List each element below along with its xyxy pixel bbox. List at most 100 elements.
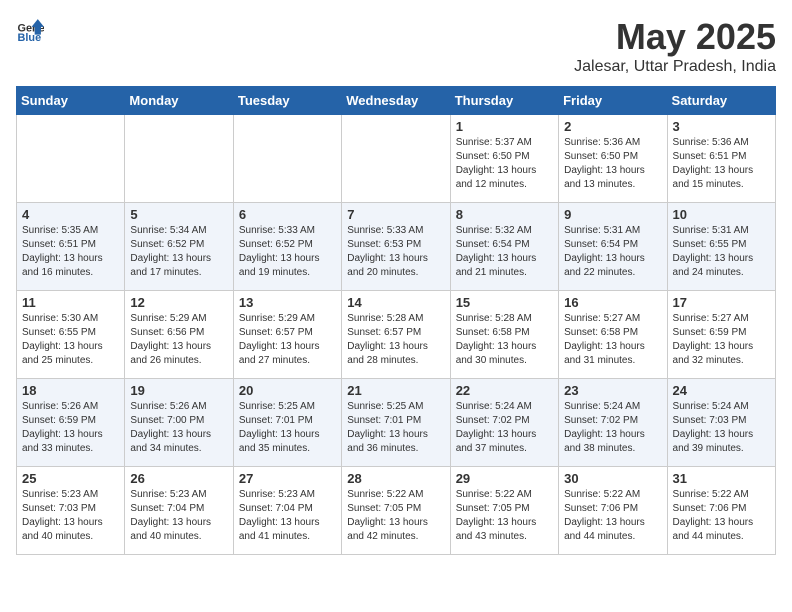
table-cell: 11Sunrise: 5:30 AM Sunset: 6:55 PM Dayli… [17,291,125,379]
day-info: Sunrise: 5:28 AM Sunset: 6:57 PM Dayligh… [347,312,444,368]
day-number: 1 [456,119,553,134]
day-info: Sunrise: 5:25 AM Sunset: 7:01 PM Dayligh… [239,400,336,456]
table-cell: 5 Sunrise: 5:34 AM Sunset: 6:52 PM Daylig… [125,203,233,291]
day-info: Sunrise: 5:36 AM Sunset: 6:50 PM Dayligh… [564,136,661,192]
day-number: 19 [130,383,227,398]
day-number: 29 [456,471,553,486]
day-number: 9 [564,207,661,222]
table-cell: 28 Sunrise: 5:22 AM Sunset: 7:05 PM Dayli… [342,467,450,555]
day-number: 4 [22,207,119,222]
table-cell: 4 Sunrise: 5:35 AM Sunset: 6:51 PM Daylig… [17,203,125,291]
day-number: 22 [456,383,553,398]
table-cell: 22 Sunrise: 5:24 AM Sunset: 7:02 PM Dayli… [450,379,558,467]
header: General Blue May 2025 Jalesar, Uttar Pra… [16,16,776,76]
day-info: Sunrise: 5:33 AM Sunset: 6:53 PM Dayligh… [347,224,444,280]
table-cell [17,115,125,203]
day-info: Sunrise: 5:24 AM Sunset: 7:03 PM Dayligh… [673,400,770,456]
header-thursday: Thursday [450,87,558,115]
day-info: Sunrise: 5:35 AM Sunset: 6:51 PM Dayligh… [22,224,119,280]
table-cell: 8Sunrise: 5:32 AM Sunset: 6:54 PM Daylig… [450,203,558,291]
day-info: Sunrise: 5:29 AM Sunset: 6:57 PM Dayligh… [239,312,336,368]
day-number: 7 [347,207,444,222]
table-cell: 2 Sunrise: 5:36 AM Sunset: 6:50 PM Daylig… [559,115,667,203]
table-cell: 26 Sunrise: 5:23 AM Sunset: 7:04 PM Dayli… [125,467,233,555]
header-sunday: Sunday [17,87,125,115]
week-row-5: 25 Sunrise: 5:23 AM Sunset: 7:03 PM Dayli… [17,467,776,555]
day-number: 27 [239,471,336,486]
table-cell [342,115,450,203]
day-number: 15 [456,295,553,310]
calendar-table: SundayMondayTuesdayWednesdayThursdayFrid… [16,86,776,555]
table-cell: 24Sunrise: 5:24 AM Sunset: 7:03 PM Dayli… [667,379,775,467]
table-cell [233,115,341,203]
day-number: 6 [239,207,336,222]
table-cell: 10Sunrise: 5:31 AM Sunset: 6:55 PM Dayli… [667,203,775,291]
day-number: 17 [673,295,770,310]
day-number: 20 [239,383,336,398]
day-info: Sunrise: 5:31 AM Sunset: 6:54 PM Dayligh… [564,224,661,280]
table-cell: 13Sunrise: 5:29 AM Sunset: 6:57 PM Dayli… [233,291,341,379]
table-cell: 6 Sunrise: 5:33 AM Sunset: 6:52 PM Daylig… [233,203,341,291]
logo-icon: General Blue [16,16,44,44]
day-info: Sunrise: 5:24 AM Sunset: 7:02 PM Dayligh… [456,400,553,456]
day-info: Sunrise: 5:34 AM Sunset: 6:52 PM Dayligh… [130,224,227,280]
table-cell: 19Sunrise: 5:26 AM Sunset: 7:00 PM Dayli… [125,379,233,467]
table-cell: 20 Sunrise: 5:25 AM Sunset: 7:01 PM Dayli… [233,379,341,467]
day-number: 3 [673,119,770,134]
day-number: 26 [130,471,227,486]
day-info: Sunrise: 5:26 AM Sunset: 6:59 PM Dayligh… [22,400,119,456]
day-number: 23 [564,383,661,398]
table-cell: 31 Sunrise: 5:22 AM Sunset: 7:06 PM Dayli… [667,467,775,555]
logo: General Blue [16,16,44,44]
day-number: 28 [347,471,444,486]
day-info: Sunrise: 5:36 AM Sunset: 6:51 PM Dayligh… [673,136,770,192]
table-cell: 23 Sunrise: 5:24 AM Sunset: 7:02 PM Dayli… [559,379,667,467]
week-row-3: 11Sunrise: 5:30 AM Sunset: 6:55 PM Dayli… [17,291,776,379]
table-cell: 27 Sunrise: 5:23 AM Sunset: 7:04 PM Dayli… [233,467,341,555]
table-cell [125,115,233,203]
location-title: Jalesar, Uttar Pradesh, India [574,58,776,76]
calendar-body: 1 Sunrise: 5:37 AM Sunset: 6:50 PM Daylig… [17,115,776,555]
table-cell: 29 Sunrise: 5:22 AM Sunset: 7:05 PM Dayli… [450,467,558,555]
day-number: 18 [22,383,119,398]
day-info: Sunrise: 5:33 AM Sunset: 6:52 PM Dayligh… [239,224,336,280]
table-cell: 12Sunrise: 5:29 AM Sunset: 6:56 PM Dayli… [125,291,233,379]
day-info: Sunrise: 5:32 AM Sunset: 6:54 PM Dayligh… [456,224,553,280]
day-info: Sunrise: 5:27 AM Sunset: 6:59 PM Dayligh… [673,312,770,368]
header-tuesday: Tuesday [233,87,341,115]
day-info: Sunrise: 5:22 AM Sunset: 7:05 PM Dayligh… [456,488,553,544]
header-friday: Friday [559,87,667,115]
day-info: Sunrise: 5:22 AM Sunset: 7:05 PM Dayligh… [347,488,444,544]
month-title: May 2025 [574,16,776,58]
table-cell: 30Sunrise: 5:22 AM Sunset: 7:06 PM Dayli… [559,467,667,555]
table-cell: 3 Sunrise: 5:36 AM Sunset: 6:51 PM Daylig… [667,115,775,203]
day-number: 31 [673,471,770,486]
week-row-2: 4 Sunrise: 5:35 AM Sunset: 6:51 PM Daylig… [17,203,776,291]
table-cell: 15Sunrise: 5:28 AM Sunset: 6:58 PM Dayli… [450,291,558,379]
day-number: 5 [130,207,227,222]
day-number: 16 [564,295,661,310]
day-info: Sunrise: 5:23 AM Sunset: 7:04 PM Dayligh… [130,488,227,544]
day-number: 12 [130,295,227,310]
day-number: 10 [673,207,770,222]
table-cell: 1 Sunrise: 5:37 AM Sunset: 6:50 PM Daylig… [450,115,558,203]
day-info: Sunrise: 5:37 AM Sunset: 6:50 PM Dayligh… [456,136,553,192]
header-wednesday: Wednesday [342,87,450,115]
day-number: 2 [564,119,661,134]
table-cell: 21Sunrise: 5:25 AM Sunset: 7:01 PM Dayli… [342,379,450,467]
day-info: Sunrise: 5:23 AM Sunset: 7:04 PM Dayligh… [239,488,336,544]
day-info: Sunrise: 5:27 AM Sunset: 6:58 PM Dayligh… [564,312,661,368]
table-cell: 14Sunrise: 5:28 AM Sunset: 6:57 PM Dayli… [342,291,450,379]
table-cell: 16 Sunrise: 5:27 AM Sunset: 6:58 PM Dayli… [559,291,667,379]
title-area: May 2025 Jalesar, Uttar Pradesh, India [574,16,776,76]
day-number: 30 [564,471,661,486]
day-info: Sunrise: 5:24 AM Sunset: 7:02 PM Dayligh… [564,400,661,456]
day-info: Sunrise: 5:23 AM Sunset: 7:03 PM Dayligh… [22,488,119,544]
day-info: Sunrise: 5:22 AM Sunset: 7:06 PM Dayligh… [673,488,770,544]
table-cell: 25 Sunrise: 5:23 AM Sunset: 7:03 PM Dayli… [17,467,125,555]
day-number: 25 [22,471,119,486]
table-cell: 9 Sunrise: 5:31 AM Sunset: 6:54 PM Daylig… [559,203,667,291]
table-cell: 17 Sunrise: 5:27 AM Sunset: 6:59 PM Dayli… [667,291,775,379]
day-number: 21 [347,383,444,398]
week-row-1: 1 Sunrise: 5:37 AM Sunset: 6:50 PM Daylig… [17,115,776,203]
